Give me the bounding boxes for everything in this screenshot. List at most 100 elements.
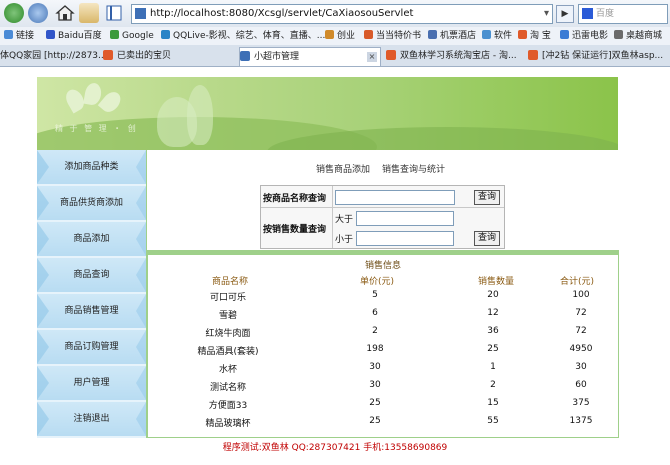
bookmark-qqlive[interactable]: QQLive-影视、综艺、体育、直播、... <box>161 27 325 45</box>
bookmark-baidu[interactable]: Baidu百度 <box>46 27 102 45</box>
bookmark-links[interactable]: 链接 <box>4 27 34 45</box>
bookmarks-bar: 链接 Baidu百度 Google QQLive-影视、综艺、体育、直播、...… <box>0 27 670 46</box>
tab-sold-items[interactable]: 已卖出的宝贝 <box>103 47 233 66</box>
table-cell: 25 <box>487 344 499 354</box>
table-cell: 72 <box>575 326 587 336</box>
sidebar-item-user-management[interactable]: 用户管理 <box>37 366 146 402</box>
sidebar-item-sales-management[interactable]: 商品销售管理 <box>37 294 146 330</box>
table-cell: 25 <box>369 416 381 426</box>
table-cell: 4950 <box>569 344 593 354</box>
table-cell: 测试名称 <box>209 383 246 393</box>
home-icon[interactable] <box>55 3 75 23</box>
table-cell: 2 <box>490 380 496 390</box>
table-row: 精品玻璃杯 25 55 1375 <box>148 416 618 432</box>
tab-taobao-store[interactable]: 双鱼林学习系统淘宝店 - 淘... <box>386 47 522 66</box>
bookmark-taobao[interactable]: 淘 宝 <box>518 27 551 45</box>
table-cell: 198 <box>366 344 384 354</box>
tab-asp-project[interactable]: [冲2钻 保证运行]双鱼林asp... <box>528 47 670 66</box>
history-icon[interactable] <box>79 3 99 23</box>
banner-figure <box>157 97 197 147</box>
tab-favicon <box>386 50 396 60</box>
table-row: 方便面33 25 15 375 <box>148 398 618 414</box>
link-sales-stats[interactable]: 销售查询与统计 <box>382 162 445 175</box>
tab-supermarket[interactable]: 小超市管理 × <box>239 47 381 66</box>
query-form: 按商品名称查询 查询 按销售数量查询 大于 小于 查询 <box>260 185 505 249</box>
query-by-name-button[interactable]: 查询 <box>474 190 500 205</box>
col-header-price: 单价(元) <box>360 277 395 287</box>
tab-qq-home[interactable]: 体QQ家园 [http://2873... <box>0 47 107 66</box>
bookmark-google[interactable]: Google <box>110 27 154 45</box>
bookmark-flights[interactable]: 机票酒店 <box>428 27 476 45</box>
table-cell: 方便面33 <box>208 401 248 411</box>
sidebar-nav: 添加商品种类 商品供货商添加 商品添加 商品查询 商品销售管理 商品订购管理 用… <box>37 150 146 438</box>
table-cell: 60 <box>575 380 587 390</box>
search-engine-icon[interactable] <box>582 8 593 19</box>
tab-favicon <box>240 51 250 61</box>
browser-toolbar: http://localhost:8080/Xcsgl/servlet/CaXi… <box>0 0 670 28</box>
header-banner: 精 于 管 理 ・ 创 <box>37 77 618 150</box>
close-icon[interactable]: × <box>367 52 377 62</box>
sidebar-item-add-product[interactable]: 商品添加 <box>37 222 146 258</box>
table-cell: 红烧牛肉面 <box>205 329 251 339</box>
link-sales-add[interactable]: 销售商品添加 <box>316 162 370 175</box>
search-input[interactable]: 百度 <box>578 4 668 24</box>
address-bar[interactable]: http://localhost:8080/Xcsgl/servlet/CaXi… <box>131 4 553 24</box>
tab-strip: 体QQ家园 [http://2873... 已卖出的宝贝 小超市管理 × 双鱼林学… <box>0 45 670 67</box>
table-cell: 1375 <box>569 416 593 426</box>
table-cell: 12 <box>487 308 499 318</box>
qty-min-input[interactable] <box>356 211 454 226</box>
table-cell: 雪碧 <box>218 311 237 321</box>
sidebar-item-add-category[interactable]: 添加商品种类 <box>37 150 146 186</box>
greater-than-label: 大于 <box>335 215 354 225</box>
footer-text: 程序测试:双鱼林 QQ:287307421 手机:13558690869 <box>222 443 448 453</box>
sidebar-item-query-product[interactable]: 商品查询 <box>37 258 146 294</box>
table-cell: 30 <box>369 362 381 372</box>
table-cell: 100 <box>572 290 590 300</box>
sidebar-item-logout[interactable]: 注销退出 <box>37 402 146 438</box>
query-by-qty-label: 按销售数量查询 <box>263 225 327 235</box>
table-cell: 6 <box>372 308 378 318</box>
bookmark-software[interactable]: 软件 <box>482 27 512 45</box>
table-cell: 72 <box>575 308 587 318</box>
table-cell: 15 <box>487 398 499 408</box>
bookmark-xunlei[interactable]: 迅雷电影 <box>560 27 608 45</box>
forward-icon[interactable] <box>28 3 48 23</box>
sidebar-item-order-management[interactable]: 商品订购管理 <box>37 330 146 366</box>
table-cell: 30 <box>369 380 381 390</box>
sidebar-item-add-supplier[interactable]: 商品供货商添加 <box>37 186 146 222</box>
less-than-label: 小于 <box>335 235 354 245</box>
table-cell: 水杯 <box>218 365 237 375</box>
bookmark-startup[interactable]: 创业 <box>325 27 355 45</box>
table-row: 可口可乐 5 20 100 <box>148 290 618 306</box>
table-cell: 375 <box>572 398 590 408</box>
col-header-name: 商品名称 <box>212 277 249 287</box>
sales-table-title: 销售信息 <box>364 261 401 271</box>
table-cell: 精品玻璃杯 <box>205 419 251 429</box>
product-name-input[interactable] <box>335 190 455 205</box>
favorites-icon[interactable] <box>104 3 124 23</box>
table-row: 红烧牛肉面 2 36 72 <box>148 326 618 342</box>
table-cell: 55 <box>487 416 499 426</box>
address-url: http://localhost:8080/Xcsgl/servlet/CaXi… <box>150 8 414 19</box>
query-by-name-label: 按商品名称查询 <box>263 194 327 204</box>
chevron-down-icon[interactable]: ▾ <box>544 5 549 23</box>
back-icon[interactable] <box>4 3 24 23</box>
search-placeholder: 百度 <box>596 9 615 19</box>
table-row: 雪碧 6 12 72 <box>148 308 618 324</box>
bookmark-shop[interactable]: 桌越商城 <box>614 27 662 45</box>
qty-max-input[interactable] <box>356 231 454 246</box>
table-cell: 2 <box>372 326 378 336</box>
table-row: 水杯 30 1 30 <box>148 362 618 378</box>
table-cell: 5 <box>372 290 378 300</box>
page-favicon <box>135 8 146 19</box>
bookmark-dangdang[interactable]: 当当特价书 <box>364 27 421 45</box>
table-row: 精品酒具(套装) 198 25 4950 <box>148 344 618 360</box>
col-header-total: 合计(元) <box>560 277 595 287</box>
tab-favicon <box>103 50 113 60</box>
banner-logo-text: 精 于 管 理 ・ 创 <box>55 124 138 133</box>
go-button[interactable]: ▶ <box>556 5 574 23</box>
table-cell: 1 <box>490 362 496 372</box>
sales-table: 销售信息 商品名称 单价(元) 销售数量 合计(元) 可口可乐 5 20 100 雪碧 6… <box>147 250 619 438</box>
table-cell: 36 <box>487 326 499 336</box>
query-by-qty-button[interactable]: 查询 <box>474 231 500 246</box>
